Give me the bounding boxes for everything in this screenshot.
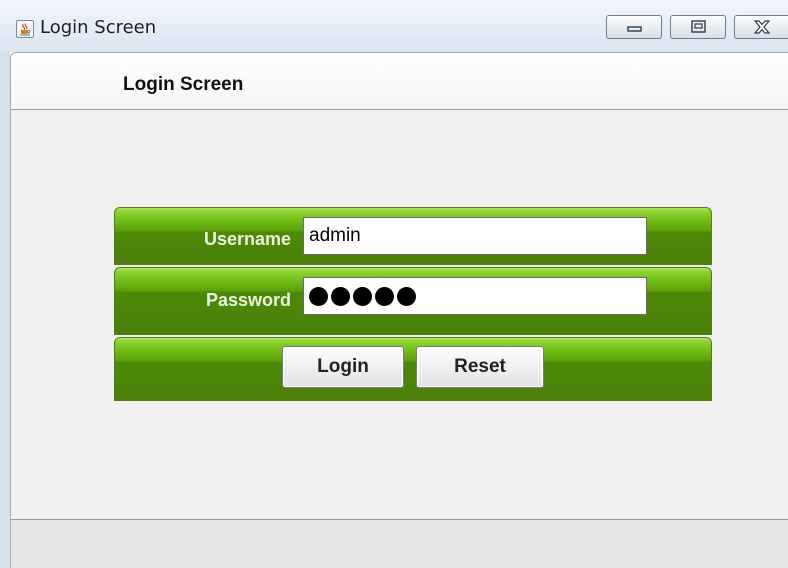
login-window: Login Screen Login Screen Username admin… <box>0 0 788 568</box>
header-panel: Login Screen <box>11 53 788 110</box>
password-dot <box>309 286 328 306</box>
minimize-button[interactable] <box>606 15 662 39</box>
content-panel: Login Screen Username Password Login Res… <box>10 52 788 568</box>
username-label: Username <box>203 229 291 249</box>
reset-button[interactable]: Reset <box>416 346 544 388</box>
java-cup-icon[interactable] <box>16 20 34 38</box>
title-bar[interactable]: Login Screen <box>0 0 788 52</box>
close-button[interactable] <box>734 15 788 39</box>
button-row: Login Reset <box>114 337 712 401</box>
minimize-icon <box>627 26 642 32</box>
window-title: Login Screen <box>40 17 157 38</box>
password-dot <box>353 286 372 306</box>
page-title: Login Screen <box>123 74 244 95</box>
maximize-icon <box>691 20 706 33</box>
password-mask <box>309 285 416 307</box>
password-row: Password <box>114 267 712 335</box>
username-input[interactable] <box>303 217 647 255</box>
close-icon <box>753 20 771 34</box>
password-dot <box>331 286 350 306</box>
password-dot <box>397 286 416 306</box>
window-frame <box>0 52 10 568</box>
login-button[interactable]: Login <box>282 346 404 388</box>
status-bar <box>11 519 788 568</box>
password-label: Password <box>205 290 291 310</box>
maximize-button[interactable] <box>670 15 726 39</box>
username-row: Username <box>114 207 712 265</box>
password-dot <box>375 286 394 306</box>
